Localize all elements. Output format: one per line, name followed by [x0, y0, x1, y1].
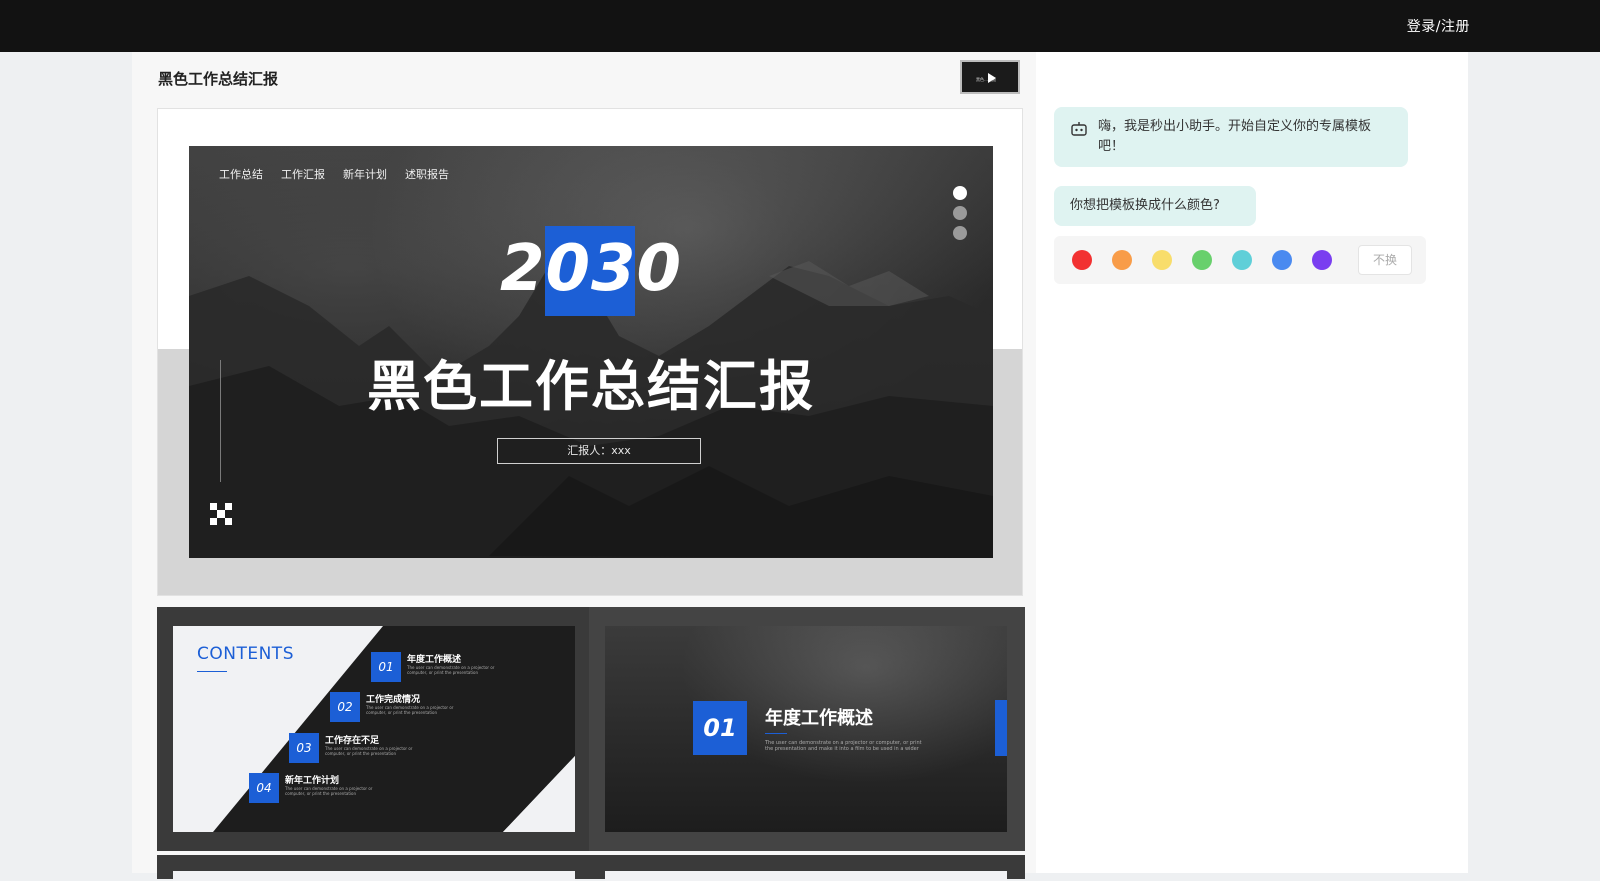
slide-nav-tab[interactable]: 工作汇报	[281, 166, 343, 182]
contents-slide: CONTENTS 01 年度工作概述 The user can demonstr…	[173, 626, 575, 832]
slide-nav-tab[interactable]: 述职报告	[405, 166, 467, 182]
play-icon	[988, 73, 996, 83]
assistant-question-bubble: 你想把模板换成什么颜色?	[1054, 186, 1256, 226]
contents-item-sub: The user can demonstrate on a projector …	[285, 786, 373, 796]
contents-title: CONTENTS	[197, 644, 294, 664]
page-container: 黑色工作总结汇报 黑色…汇报 工作总结 工作汇报 新年计划 述职报告 2030 …	[132, 52, 1468, 881]
slide-thumbnail-partial[interactable]	[589, 855, 1025, 881]
slide-thumbnail-partial[interactable]	[157, 855, 593, 881]
main-slide[interactable]: 工作总结 工作汇报 新年计划 述职报告 2030 黑色工作总结汇报 汇报人：xx…	[189, 146, 993, 558]
assistant-greeting-text: 嗨，我是秒出小助手。开始自定义你的专属模板吧！	[1098, 119, 1372, 154]
contents-item-sub: The user can demonstrate on a projector …	[325, 746, 413, 756]
color-swatch-yellow[interactable]	[1152, 250, 1172, 270]
contents-item-sub: The user can demonstrate on a projector …	[407, 665, 495, 675]
color-picker-panel: 不换	[1054, 236, 1426, 284]
contents-underline	[197, 671, 227, 672]
reporter-box: 汇报人：xxx	[497, 438, 701, 464]
keep-color-button[interactable]: 不换	[1358, 245, 1412, 275]
assistant-greeting-bubble: 嗨，我是秒出小助手。开始自定义你的专属模板吧！	[1054, 107, 1408, 167]
section-title: 年度工作概述	[765, 708, 873, 729]
slide-nav-tab[interactable]: 工作总结	[219, 166, 281, 182]
robot-icon	[1071, 122, 1087, 136]
section-slide: 01 年度工作概述 The user can demonstrate on a …	[605, 626, 1007, 832]
slide-year: 2030	[499, 232, 683, 306]
decorative-line	[220, 360, 221, 482]
color-swatch-blue[interactable]	[1272, 250, 1292, 270]
fullscreen-icon[interactable]	[209, 502, 233, 526]
contents-item-label: 工作完成情况	[366, 695, 421, 705]
contents-item-number: 04	[249, 773, 279, 803]
contents-item-number: 02	[330, 692, 360, 722]
contents-item-label: 工作存在不足	[325, 736, 380, 746]
slide-headline: 黑色工作总结汇报	[367, 355, 815, 418]
slide-thumbnail-section[interactable]: 01 年度工作概述 The user can demonstrate on a …	[589, 607, 1025, 851]
assistant-question-text: 你想把模板换成什么颜色?	[1070, 198, 1220, 213]
slide-nav-tabs: 工作总结 工作汇报 新年计划 述职报告	[219, 166, 467, 182]
color-swatch-red[interactable]	[1072, 250, 1092, 270]
main-preview-frame: 工作总结 工作汇报 新年计划 述职报告 2030 黑色工作总结汇报 汇报人：xx…	[157, 108, 1023, 596]
color-swatch-orange[interactable]	[1112, 250, 1132, 270]
video-preview-button[interactable]: 黑色…汇报	[960, 60, 1020, 94]
section-number: 01	[693, 701, 747, 755]
top-bar: 登录/注册	[0, 0, 1600, 52]
section-accent-bar	[995, 700, 1007, 756]
color-swatch-cyan[interactable]	[1232, 250, 1252, 270]
slide-page-indicator	[953, 186, 967, 246]
section-subtitle: The user can demonstrate on a projector …	[765, 740, 922, 752]
contents-item-label: 年度工作概述	[407, 655, 462, 665]
contents-item-sub: The user can demonstrate on a projector …	[366, 705, 454, 715]
document-title: 黑色工作总结汇报	[158, 70, 279, 88]
contents-item-label: 新年工作计划	[285, 776, 340, 786]
slide-thumbnail-contents[interactable]: CONTENTS 01 年度工作概述 The user can demonstr…	[157, 607, 593, 851]
page-dot[interactable]	[953, 186, 967, 200]
preview-column: 黑色工作总结汇报 黑色…汇报 工作总结 工作汇报 新年计划 述职报告 2030 …	[132, 52, 1036, 881]
slide-nav-tab[interactable]: 新年计划	[343, 166, 405, 182]
color-swatch-purple[interactable]	[1312, 250, 1332, 270]
page-dot[interactable]	[953, 226, 967, 240]
color-swatch-green[interactable]	[1192, 250, 1212, 270]
section-underline	[765, 733, 787, 734]
login-register-link[interactable]: 登录/注册	[1407, 16, 1470, 36]
page-dot[interactable]	[953, 206, 967, 220]
contents-item-number: 01	[371, 652, 401, 682]
contents-item-number: 03	[289, 733, 319, 763]
